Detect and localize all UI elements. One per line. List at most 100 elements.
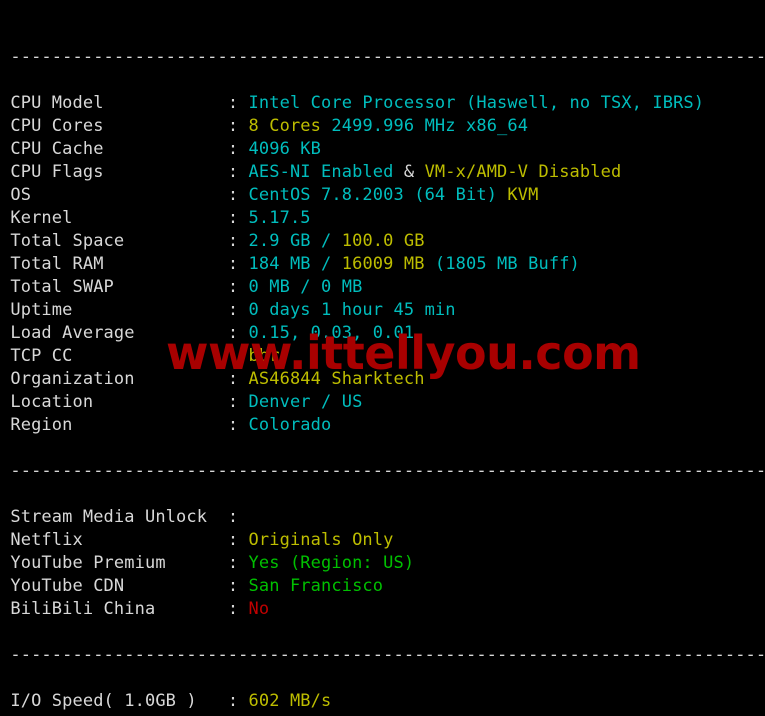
row-value-part: Colorado [248, 415, 332, 435]
output-row: Kernel : 5.17.5 [0, 207, 765, 230]
row-colon: : [227, 116, 249, 136]
row-value-part: San Francisco [248, 576, 384, 596]
row-value-part: 16009 MB [341, 254, 425, 274]
row-value-part [497, 185, 507, 205]
row-value-part: 0 days 1 hour 45 min [248, 300, 456, 320]
row-colon: : [227, 507, 239, 527]
row-colon: : [227, 369, 249, 389]
output-row: Total SWAP : 0 MB / 0 MB [0, 276, 765, 299]
row-value-part: 5.17.5 [248, 208, 311, 228]
row-value-part: bbr [248, 346, 280, 366]
row-colon: : [227, 599, 249, 619]
row-label: Region [0, 415, 228, 435]
row-value-part: 8 Cores [248, 116, 322, 136]
row-value-part: 0 MB / 0 MB [248, 277, 363, 297]
row-colon: : [227, 530, 249, 550]
row-colon: : [227, 254, 249, 274]
row-label: CPU Cores [0, 116, 228, 136]
output-row: Uptime : 0 days 1 hour 45 min [0, 299, 765, 322]
output-row: Region : Colorado [0, 414, 765, 437]
row-value-part: 602 MB/s [248, 691, 332, 711]
row-value-part: KVM [507, 185, 539, 205]
row-colon: : [227, 185, 249, 205]
row-label: Uptime [0, 300, 228, 320]
separator-line: ----------------------------------------… [0, 461, 765, 481]
row-label: YouTube CDN [0, 576, 228, 596]
output-row: Location : Denver / US [0, 391, 765, 414]
row-label: Organization [0, 369, 228, 389]
row-colon: : [227, 392, 249, 412]
output-row: BiliBili China : No [0, 598, 765, 621]
row-label: TCP CC [0, 346, 228, 366]
output-row: YouTube Premium : Yes (Region: US) [0, 552, 765, 575]
row-value-part: 4096 KB [248, 139, 322, 159]
row-colon: : [227, 691, 249, 711]
row-value-part: 184 MB / [248, 254, 342, 274]
output-row: Netflix : Originals Only [0, 529, 765, 552]
row-value-part: No [248, 599, 270, 619]
row-value-part: VM-x/AMD-V Disabled [424, 162, 622, 182]
row-label: BiliBili China [0, 599, 228, 619]
row-value-part: 100.0 GB [341, 231, 425, 251]
row-label: Kernel [0, 208, 228, 228]
row-label: Load Average [0, 323, 228, 343]
row-label: CPU Flags [0, 162, 228, 182]
row-value-part: CentOS 7.8.2003 (64 Bit) [248, 185, 498, 205]
row-label: Netflix [0, 530, 228, 550]
output-row: Stream Media Unlock : [0, 506, 765, 529]
row-value-part: 2499.996 MHz x86_64 [331, 116, 529, 136]
row-colon: : [227, 139, 249, 159]
row-label: Total RAM [0, 254, 228, 274]
row-label: I/O Speed( 1.0GB ) [0, 691, 228, 711]
row-value-part: Denver / US [248, 392, 363, 412]
row-value-part: Yes (Region: US) [248, 553, 415, 573]
row-colon: : [227, 300, 249, 320]
terminal-body: ----------------------------------------… [0, 46, 765, 716]
row-value-part: Originals Only [248, 530, 394, 550]
separator-line: ----------------------------------------… [0, 645, 765, 665]
row-colon: : [227, 93, 249, 113]
row-value-part: (1805 MB Buff) [424, 254, 580, 274]
output-row: OS : CentOS 7.8.2003 (64 Bit) KVM [0, 184, 765, 207]
row-colon: : [227, 553, 249, 573]
row-colon: : [227, 576, 249, 596]
output-row: I/O Speed( 1.0GB ) : 602 MB/s [0, 690, 765, 713]
row-label: OS [0, 185, 228, 205]
row-value-part: AS46844 Sharktech [248, 369, 425, 389]
row-value-part: 2.9 GB / [248, 231, 342, 251]
row-label: YouTube Premium [0, 553, 228, 573]
row-label: Total Space [0, 231, 228, 251]
output-row: CPU Model : Intel Core Processor (Haswel… [0, 92, 765, 115]
output-row: CPU Flags : AES-NI Enabled & VM-x/AMD-V … [0, 161, 765, 184]
row-value-part: & [393, 162, 425, 182]
row-colon: : [227, 208, 249, 228]
output-row: Total RAM : 184 MB / 16009 MB (1805 MB B… [0, 253, 765, 276]
output-row: TCP CC : bbr [0, 345, 765, 368]
row-colon: : [227, 277, 249, 297]
row-label: Total SWAP [0, 277, 228, 297]
row-value-part [321, 116, 331, 136]
output-row: Organization : AS46844 Sharktech [0, 368, 765, 391]
row-colon: : [227, 162, 249, 182]
row-label: CPU Model [0, 93, 228, 113]
row-value-part: Intel Core Processor (Haswell, no TSX, I… [248, 93, 705, 113]
output-row: CPU Cores : 8 Cores 2499.996 MHz x86_64 [0, 115, 765, 138]
row-value-part: 0.15, 0.03, 0.01 [248, 323, 415, 343]
row-label: Stream Media Unlock [0, 507, 228, 527]
row-colon: : [227, 323, 249, 343]
terminal-output: ----------------------------------------… [0, 0, 765, 716]
row-value-part: AES-NI Enabled [248, 162, 394, 182]
output-row: Total Space : 2.9 GB / 100.0 GB [0, 230, 765, 253]
output-row: YouTube CDN : San Francisco [0, 575, 765, 598]
output-row: Load Average : 0.15, 0.03, 0.01 [0, 322, 765, 345]
row-colon: : [227, 415, 249, 435]
row-label: Location [0, 392, 228, 412]
row-label: CPU Cache [0, 139, 228, 159]
row-colon: : [227, 346, 249, 366]
row-colon: : [227, 231, 249, 251]
